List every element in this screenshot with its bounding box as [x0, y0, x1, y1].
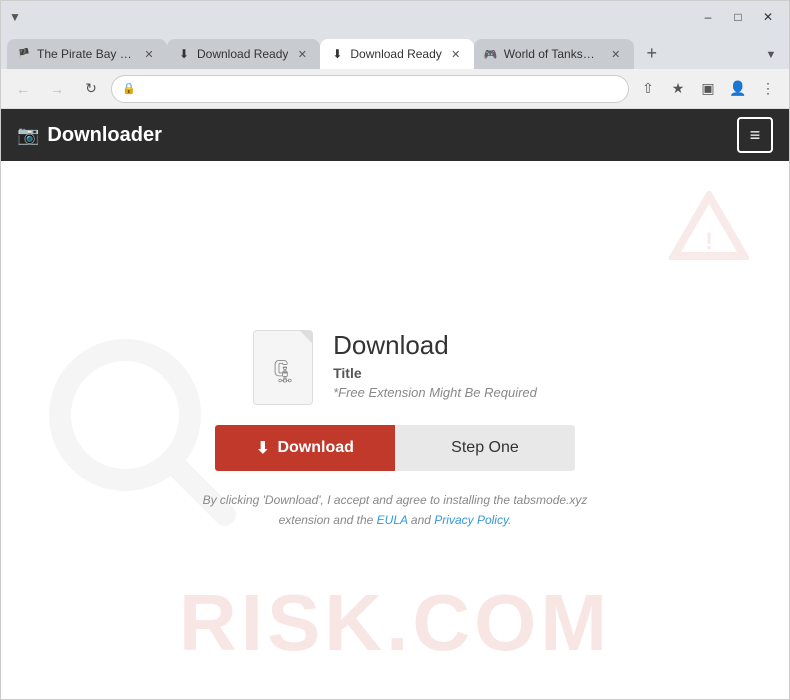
reload-button[interactable]: ↻	[77, 75, 105, 103]
download-heading: Download	[333, 330, 537, 361]
tab-favicon-download1: ⬇	[177, 47, 191, 61]
navbar-brand: 📷 Downloader	[17, 124, 162, 147]
main-area: ! RISK.COM 🗜 Download Title	[1, 161, 789, 699]
profile-icon[interactable]: 👤	[725, 76, 751, 102]
tab-list-button[interactable]: ▼	[761, 45, 781, 65]
watermark-text: RISK.COM	[179, 577, 611, 669]
camera-icon: 📷	[17, 125, 39, 146]
legal-text: By clicking 'Download', I accept and agr…	[203, 491, 588, 529]
hamburger-icon: ≡	[750, 125, 761, 146]
privacy-link[interactable]: Privacy Policy	[434, 513, 508, 527]
tab-close-wot[interactable]: ✕	[608, 46, 624, 62]
new-tab-button[interactable]: +	[638, 39, 666, 67]
tab-strip-controls: ▼	[753, 45, 789, 65]
address-bar: ← → ↻ 🔒 ⇧ ★ ▣ 👤 ⋮	[1, 69, 789, 109]
step-one-button[interactable]: Step One	[395, 425, 575, 471]
menu-icon[interactable]: ⋮	[755, 76, 781, 102]
close-button[interactable]: ✕	[755, 7, 781, 27]
address-actions: ⇧ ★ ▣ 👤 ⋮	[635, 76, 781, 102]
download-button-label: Download	[277, 439, 353, 457]
legal-text-before: By clicking 'Download', I accept and agr…	[203, 493, 588, 507]
tab-favicon-piratebay: 🏴	[17, 47, 31, 61]
download-arrow-icon: ⬇	[256, 438, 269, 458]
navbar-brand-name: Downloader	[47, 124, 161, 147]
tab-close-download1[interactable]: ✕	[294, 46, 310, 62]
svg-text:!: !	[705, 228, 713, 255]
tabs-bar: 🏴 The Pirate Bay - Th... ✕ ⬇ Download Re…	[1, 33, 789, 69]
tab-close-download2[interactable]: ✕	[448, 46, 464, 62]
title-bar-label: ▼	[9, 10, 21, 24]
tab-title-download1: Download Ready	[197, 47, 288, 61]
download-text: Download Title *Free Extension Might Be …	[333, 330, 537, 400]
back-button[interactable]: ←	[9, 75, 37, 103]
tab-favicon-wot: 🎮	[484, 47, 498, 61]
maximize-button[interactable]: □	[725, 7, 751, 27]
legal-text-middle: extension and the	[279, 513, 374, 527]
forward-button[interactable]: →	[43, 75, 71, 103]
extensions-icon[interactable]: ▣	[695, 76, 721, 102]
title-bar: ▼ – □ ✕	[1, 1, 789, 33]
download-card: 🗜 Download Title *Free Extension Might B…	[143, 290, 648, 569]
logo-watermark: !	[669, 191, 749, 276]
page-content: 📷 Downloader ≡	[1, 109, 789, 699]
tab-download2[interactable]: ⬇ Download Ready ✕	[320, 39, 473, 69]
url-bar[interactable]: 🔒	[111, 75, 629, 103]
window-controls: – □ ✕	[695, 7, 781, 27]
file-title-label: Title	[333, 365, 537, 381]
bookmark-icon[interactable]: ★	[665, 76, 691, 102]
file-icon: 🗜	[253, 330, 313, 405]
tab-download1[interactable]: ⬇ Download Ready ✕	[167, 39, 320, 69]
share-icon[interactable]: ⇧	[635, 76, 661, 102]
tab-title-wot: World of Tanks—F...	[504, 47, 602, 61]
eula-link[interactable]: EULA	[377, 513, 408, 527]
download-buttons: ⬇ Download Step One	[215, 425, 575, 471]
zip-icon: 🗜	[269, 359, 297, 385]
legal-and-text: and	[411, 513, 431, 527]
lock-icon: 🔒	[122, 82, 136, 95]
tab-piratebay[interactable]: 🏴 The Pirate Bay - Th... ✕	[7, 39, 167, 69]
download-button[interactable]: ⬇ Download	[215, 425, 395, 471]
download-info: 🗜 Download Title *Free Extension Might B…	[253, 330, 537, 405]
browser-window: ▼ – □ ✕ 🏴 The Pirate Bay - Th... ✕ ⬇ Dow…	[0, 0, 790, 700]
step-one-label: Step One	[451, 439, 519, 457]
extension-note: *Free Extension Might Be Required	[333, 385, 537, 400]
tab-title-piratebay: The Pirate Bay - Th...	[37, 47, 135, 61]
tab-title-download2: Download Ready	[350, 47, 441, 61]
title-bar-left: ▼	[9, 10, 21, 24]
legal-period: .	[508, 513, 511, 527]
tab-favicon-download2: ⬇	[330, 47, 344, 61]
site-navbar: 📷 Downloader ≡	[1, 109, 789, 161]
tab-worldoftanks[interactable]: 🎮 World of Tanks—F... ✕	[474, 39, 634, 69]
tab-close-piratebay[interactable]: ✕	[141, 46, 157, 62]
navbar-toggle-button[interactable]: ≡	[737, 117, 773, 153]
minimize-button[interactable]: –	[695, 7, 721, 27]
